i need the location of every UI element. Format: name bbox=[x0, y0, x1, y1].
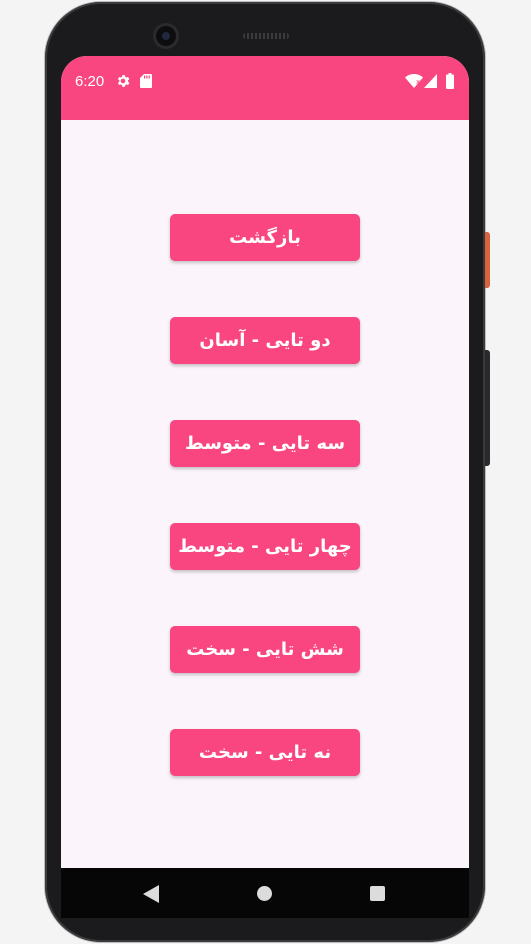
status-bar: 6:20 x bbox=[61, 56, 469, 120]
mode-two-easy-button[interactable]: دو تایی - آسان bbox=[170, 317, 360, 364]
status-time: 6:20 bbox=[75, 73, 105, 90]
screen: 6:20 x بازگشت دو تایی - آسان سه تایی - م… bbox=[61, 56, 469, 918]
recents-icon[interactable] bbox=[370, 886, 385, 901]
mode-nine-hard-button[interactable]: نه تایی - سخت bbox=[170, 729, 360, 776]
sd-card-icon bbox=[140, 74, 152, 88]
power-button bbox=[485, 232, 490, 288]
back-icon[interactable] bbox=[143, 885, 159, 903]
svg-text:x: x bbox=[416, 78, 420, 86]
mode-four-medium-button[interactable]: چهار تایی - متوسط bbox=[170, 523, 360, 570]
mode-three-medium-button[interactable]: سه تایی - متوسط bbox=[170, 420, 360, 467]
earpiece-speaker bbox=[243, 33, 289, 39]
home-icon[interactable] bbox=[257, 886, 272, 901]
wifi-icon: x bbox=[405, 74, 423, 88]
navigation-bar bbox=[61, 868, 469, 918]
signal-icon bbox=[424, 74, 437, 88]
front-camera bbox=[156, 26, 176, 46]
volume-button bbox=[485, 350, 490, 466]
gear-icon bbox=[117, 75, 130, 87]
menu-content: بازگشت دو تایی - آسان سه تایی - متوسط چه… bbox=[61, 120, 469, 868]
back-button[interactable]: بازگشت bbox=[170, 214, 360, 261]
mode-six-hard-button[interactable]: شش تایی - سخت bbox=[170, 626, 360, 673]
battery-icon bbox=[446, 73, 454, 89]
